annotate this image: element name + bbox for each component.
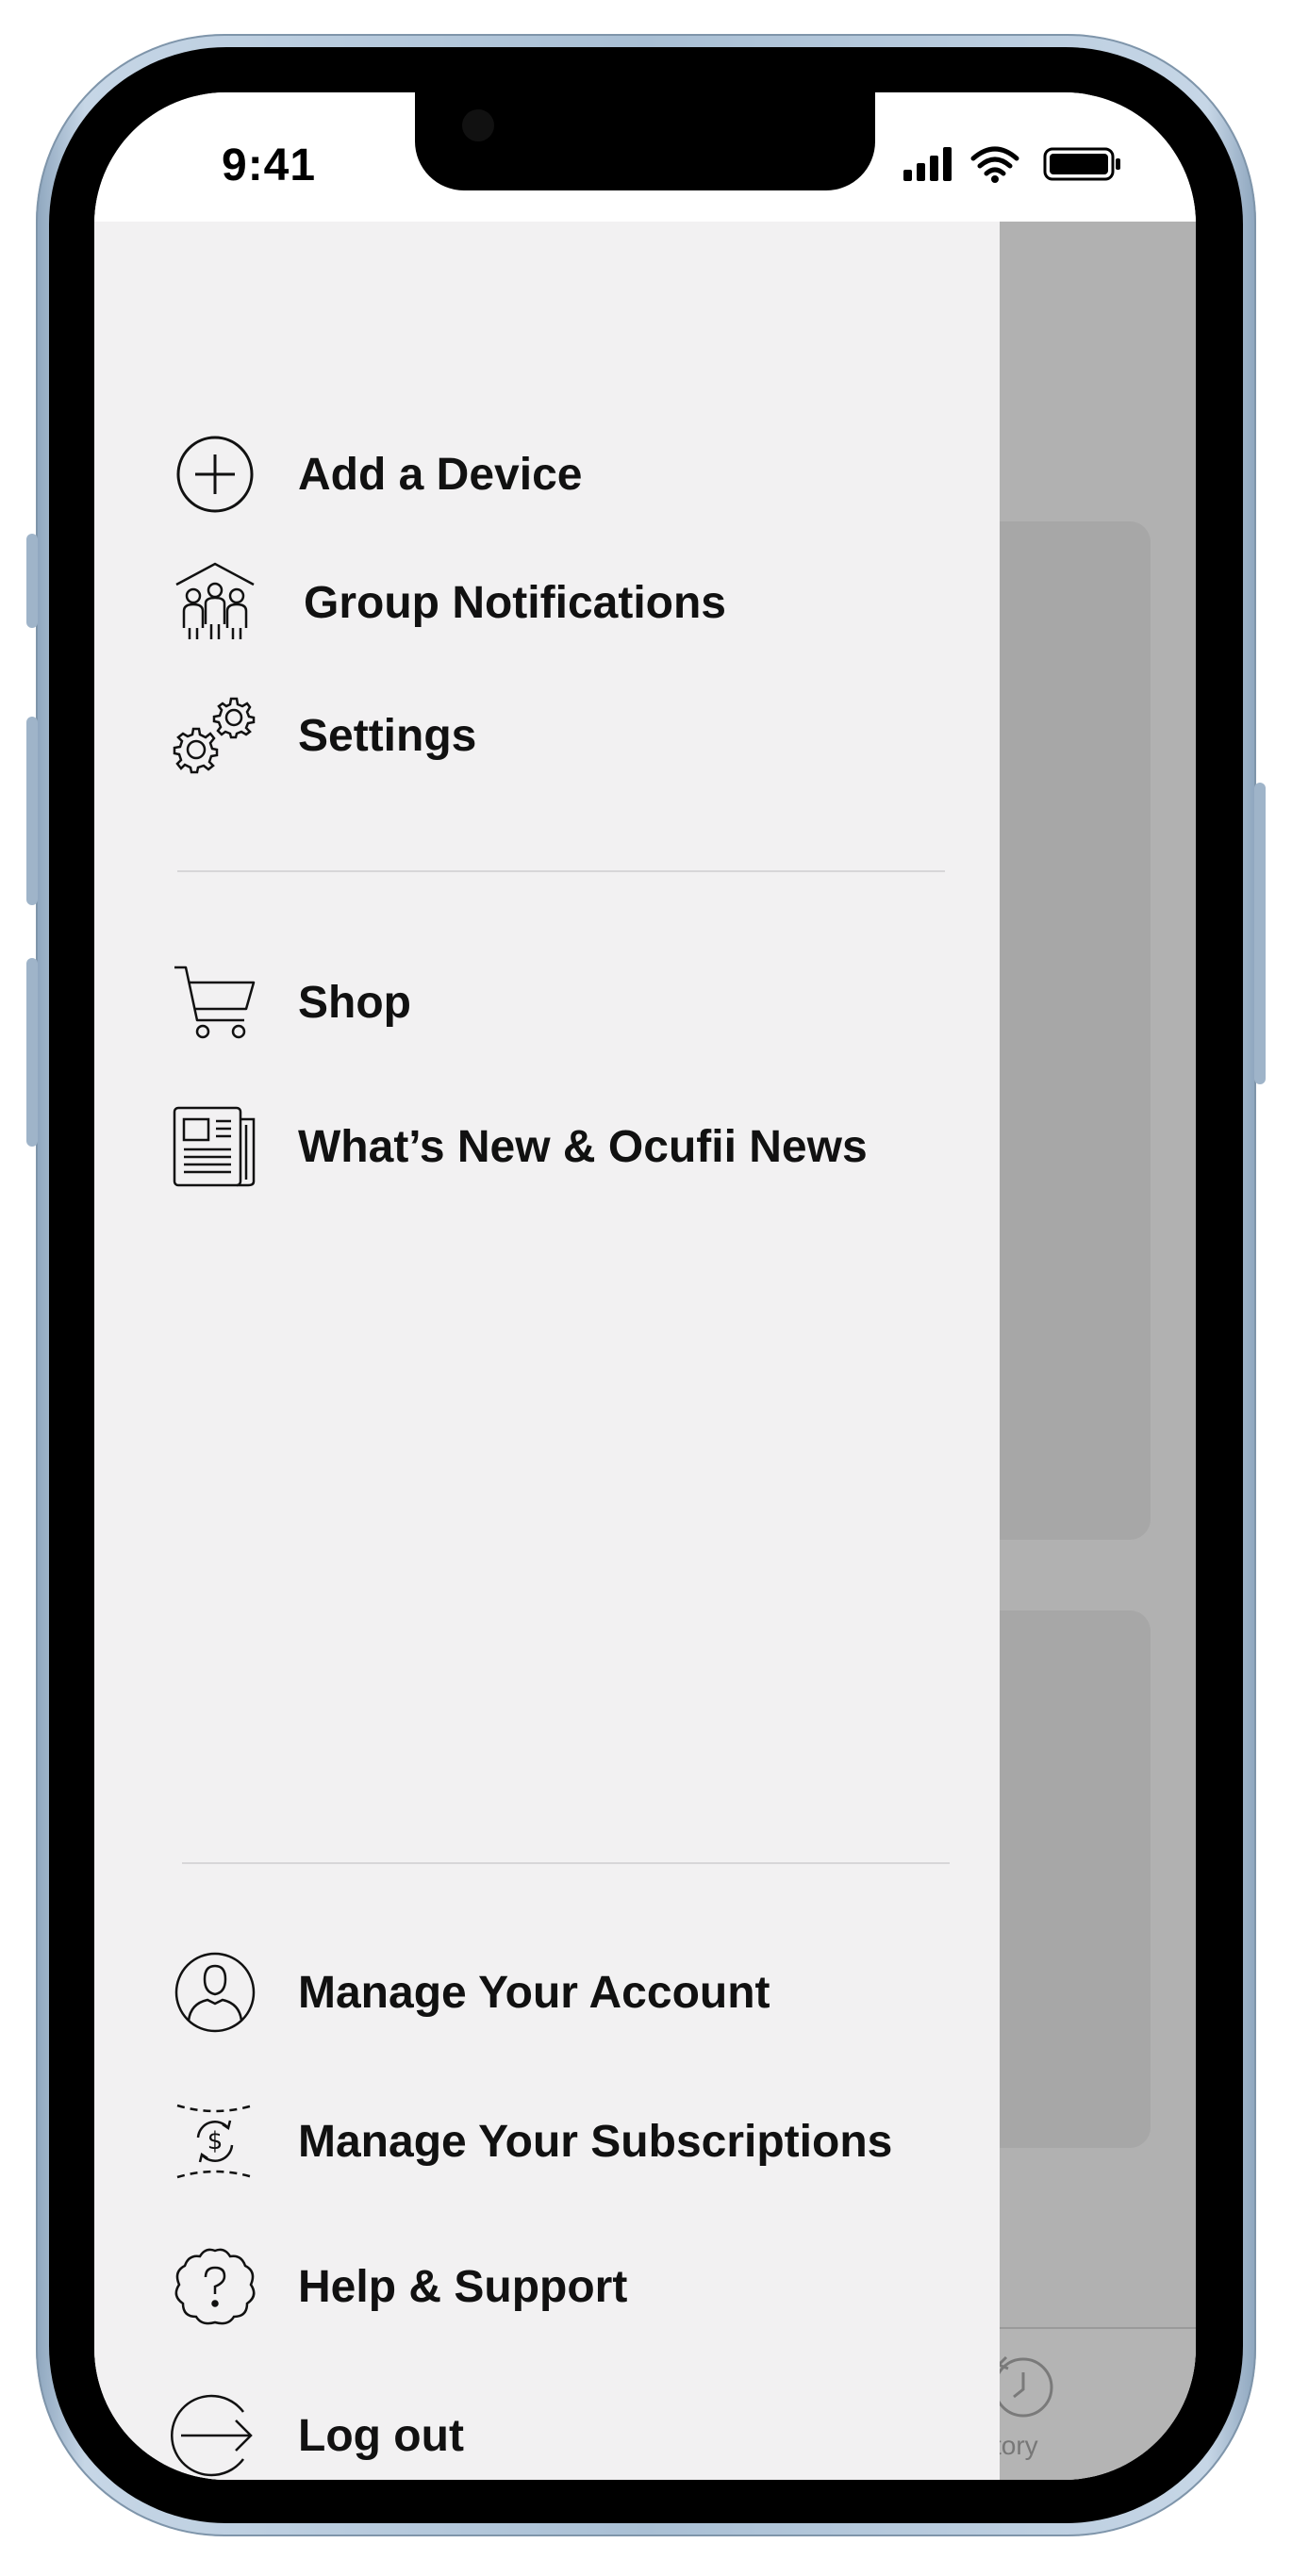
battery-icon: [1043, 147, 1120, 181]
menu-item-log-out[interactable]: Log out: [170, 2390, 464, 2480]
menu-item-add-device[interactable]: Add a Device: [170, 429, 582, 520]
menu-label: Group Notifications: [304, 577, 726, 628]
newspaper-icon: [170, 1101, 260, 1192]
cellular-signal-icon: [903, 147, 952, 181]
plus-circle-icon: [170, 429, 260, 520]
side-drawer: Add a Device Group Notifications Setting…: [94, 222, 1000, 2480]
logout-arrow-icon: [170, 2390, 260, 2480]
status-bar: 9:41: [94, 92, 1196, 222]
status-icons: [903, 146, 1120, 183]
menu-label: Settings: [298, 710, 477, 761]
menu-label: Shop: [298, 977, 411, 1028]
notch: [415, 92, 875, 190]
menu-item-group-notifications[interactable]: Group Notifications: [170, 557, 726, 648]
user-circle-icon: [170, 1947, 260, 2038]
menu-divider: [182, 1862, 950, 1864]
help-cloud-icon: [170, 2241, 260, 2332]
menu-divider: [177, 870, 945, 872]
subscription-dollar-icon: $: [170, 2096, 260, 2187]
cart-icon: [170, 957, 260, 1048]
menu-item-settings[interactable]: Settings: [170, 690, 476, 781]
silent-switch: [26, 534, 38, 628]
svg-text:$: $: [207, 2127, 224, 2155]
menu-label: Manage Your Account: [298, 1967, 770, 2018]
menu-item-shop[interactable]: Shop: [170, 957, 411, 1048]
menu-label: Help & Support: [298, 2261, 628, 2312]
menu-label: Log out: [298, 2410, 464, 2461]
volume-up-button: [26, 717, 38, 905]
menu-item-manage-account[interactable]: Manage Your Account: [170, 1947, 770, 2038]
menu-label: Add a Device: [298, 449, 583, 500]
screen: story 9:41 Add a Device Group Notificati…: [94, 92, 1196, 2480]
menu-label: Manage Your Subscriptions: [298, 2116, 893, 2167]
group-home-icon: [170, 557, 260, 648]
menu-item-manage-subscriptions[interactable]: $ Manage Your Subscriptions: [170, 2096, 892, 2187]
wifi-icon: [970, 146, 1019, 176]
menu-label: What’s New & Ocufii News: [298, 1121, 868, 1172]
volume-down-button: [26, 958, 38, 1147]
menu-item-whats-new[interactable]: What’s New & Ocufii News: [170, 1101, 868, 1192]
gears-icon: [170, 690, 260, 781]
front-camera: [462, 109, 494, 141]
power-button: [1254, 783, 1266, 1084]
menu-item-help-support[interactable]: Help & Support: [170, 2241, 627, 2332]
status-time: 9:41: [222, 140, 317, 190]
